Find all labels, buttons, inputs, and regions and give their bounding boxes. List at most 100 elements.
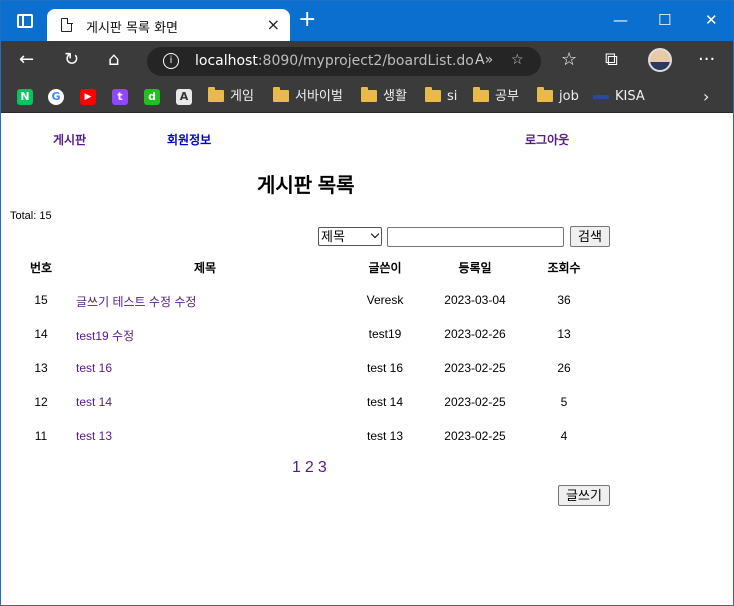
row-date: 2023-02-25 — [444, 361, 506, 375]
nav-link-member-info[interactable]: 회원정보 — [167, 131, 211, 148]
row-date: 2023-02-25 — [444, 395, 506, 409]
maximize-icon[interactable]: ☐ — [658, 11, 671, 29]
column-header-date: 등록일 — [458, 261, 492, 275]
column-header-writer: 글쓴이 — [368, 261, 402, 275]
search-button[interactable]: 검색 — [570, 226, 610, 247]
browser-tab[interactable]: 게시판 목록 화면 × — [47, 9, 290, 41]
kisa-icon — [593, 94, 609, 99]
bookmark-a[interactable]: A — [176, 88, 192, 106]
page-link[interactable]: 3 — [318, 459, 327, 476]
page-content: 게시판 회원정보 로그아웃 게시판 목록 Total: 15 제목 검색 번호 … — [1, 113, 733, 605]
bookmark-study[interactable]: 공부 — [473, 86, 519, 106]
bookmark-google[interactable]: G — [48, 88, 64, 106]
bookmark-youtube[interactable]: ▶ — [80, 88, 96, 106]
row-title-link[interactable]: test 16 — [76, 361, 112, 375]
row-views: 4 — [560, 429, 568, 443]
youtube-icon: ▶ — [80, 88, 96, 105]
close-tab-icon[interactable]: × — [267, 15, 280, 34]
bookmark-life[interactable]: 생활 — [361, 86, 407, 106]
refresh-icon[interactable]: ↻ — [64, 49, 79, 71]
bookmark-label: KISA — [615, 89, 645, 104]
page-title: 게시판 목록 — [257, 175, 355, 197]
bookmark-label: job — [559, 89, 579, 104]
minimize-icon[interactable]: — — [613, 11, 628, 29]
nav-link-logout[interactable]: 로그아웃 — [525, 131, 569, 148]
folder-icon — [208, 86, 224, 102]
read-aloud-icon[interactable]: A» — [475, 52, 493, 68]
row-no: 11 — [34, 429, 48, 443]
url-host: localhost — [195, 53, 258, 69]
folder-icon — [537, 86, 553, 102]
bookmark-job[interactable]: job — [537, 86, 579, 106]
bookmark-game[interactable]: 게임 — [208, 86, 254, 106]
d-icon: d — [144, 88, 160, 105]
bookmarks-bar: N G ▶ t d A 게임 서바이벌 생활 si 공부 job KISA › — [1, 81, 733, 113]
row-title-link[interactable]: test19 수정 — [76, 327, 134, 344]
new-tab-icon[interactable]: + — [298, 9, 316, 31]
bookmark-si[interactable]: si — [425, 86, 458, 106]
folder-icon — [361, 86, 377, 102]
row-title-link[interactable]: test 14 — [76, 395, 112, 409]
row-views: 26 — [557, 361, 571, 375]
window-menu-icon[interactable] — [17, 14, 33, 28]
row-no: 12 — [34, 395, 48, 409]
naver-icon: N — [17, 88, 33, 105]
bookmark-naver[interactable]: N — [17, 88, 33, 106]
page-link[interactable]: 1 — [292, 459, 301, 476]
row-writer: test 14 — [366, 395, 404, 409]
row-no: 14 — [34, 327, 48, 341]
bookmark-twitch[interactable]: t — [112, 88, 128, 106]
nav-link-board[interactable]: 게시판 — [53, 131, 86, 148]
search-field-value: 제목 — [321, 229, 345, 244]
row-views: 13 — [557, 327, 571, 341]
pagination: 123 — [292, 459, 331, 477]
page-link[interactable]: 2 — [305, 459, 314, 476]
a-icon: A — [176, 88, 192, 105]
favorites-icon[interactable]: ☆ — [561, 49, 577, 71]
row-date: 2023-02-26 — [444, 327, 506, 341]
column-header-title: 제목 — [193, 261, 217, 275]
twitch-icon: t — [112, 88, 128, 105]
bookmark-survival[interactable]: 서바이벌 — [273, 86, 343, 106]
browser-window: 게시판 목록 화면 × + — ☐ ✕ ← ↻ ⌂ i localhost:80… — [0, 0, 734, 606]
url-text[interactable]: localhost:8090/myproject2/boardList.do — [195, 53, 474, 69]
home-icon[interactable]: ⌂ — [108, 49, 119, 71]
row-title-link[interactable]: test 13 — [76, 429, 112, 443]
bookmark-label: 게임 — [230, 89, 254, 104]
bookmark-kisa[interactable]: KISA — [593, 88, 645, 106]
row-views: 5 — [560, 395, 568, 409]
row-writer: Veresk — [366, 293, 404, 307]
more-bookmarks-icon[interactable]: › — [703, 88, 709, 106]
back-icon[interactable]: ← — [19, 49, 34, 71]
row-no: 13 — [34, 361, 48, 375]
folder-icon — [425, 86, 441, 102]
google-icon: G — [48, 88, 64, 105]
row-title-link[interactable]: 글쓰기 테스트 수정 수정 — [76, 293, 196, 310]
column-header-no: 번호 — [29, 261, 53, 275]
close-window-icon[interactable]: ✕ — [705, 11, 718, 29]
folder-icon — [273, 86, 289, 102]
more-menu-icon[interactable]: ··· — [698, 49, 715, 71]
profile-avatar[interactable] — [648, 48, 672, 72]
tab-title: 게시판 목록 화면 — [86, 21, 178, 36]
site-info-icon[interactable]: i — [163, 53, 179, 69]
folder-icon — [473, 86, 489, 102]
column-header-views: 조회수 — [547, 261, 581, 275]
row-writer: test19 — [368, 327, 402, 341]
extensions-icon[interactable]: ⧉ — [605, 49, 618, 71]
address-bar[interactable]: i localhost:8090/myproject2/boardList.do… — [147, 47, 541, 76]
search-field-select[interactable]: 제목 — [318, 227, 382, 246]
bookmark-label: 생활 — [383, 89, 407, 104]
write-button[interactable]: 글쓰기 — [558, 485, 610, 506]
bookmark-label: 서바이벌 — [295, 89, 343, 104]
bookmark-d[interactable]: d — [144, 88, 160, 106]
row-date: 2023-03-04 — [444, 293, 506, 307]
search-input[interactable] — [387, 227, 564, 247]
row-views: 36 — [557, 293, 571, 307]
page-icon — [61, 17, 73, 32]
url-path: :8090/myproject2/boardList.do — [257, 53, 474, 69]
navigation-bar: ← ↻ ⌂ i localhost:8090/myproject2/boardL… — [1, 41, 733, 81]
chevron-down-icon — [370, 229, 380, 239]
bookmark-label: si — [447, 89, 458, 104]
add-favorite-icon[interactable]: ☆ — [511, 52, 524, 68]
